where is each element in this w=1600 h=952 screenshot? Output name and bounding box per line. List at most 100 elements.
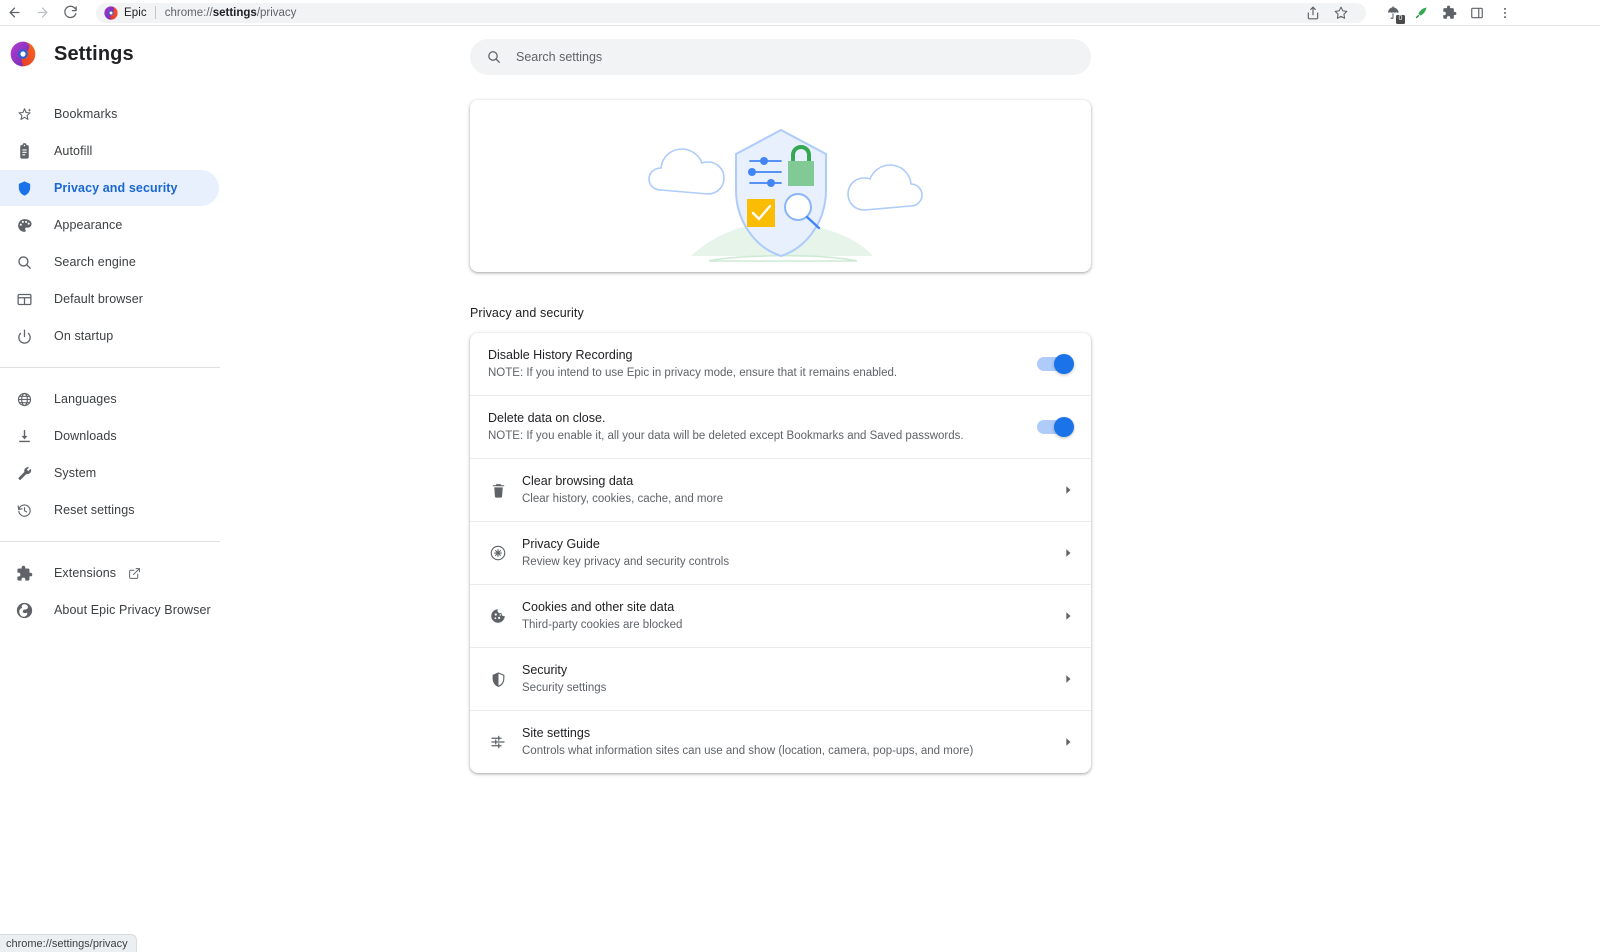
delete-data-on-close-toggle[interactable] xyxy=(1037,417,1074,437)
privacy-guide-row[interactable]: Privacy Guide Review key privacy and sec… xyxy=(470,522,1091,585)
sidebar-divider xyxy=(0,367,220,368)
omnibox-brand-label: Epic xyxy=(124,6,147,19)
row-subtitle: Security settings xyxy=(522,682,607,694)
row-title: Site settings xyxy=(522,726,591,740)
sidebar-item-default-browser[interactable]: Default browser xyxy=(0,281,219,317)
row-subtitle: Controls what information sites can use … xyxy=(522,745,974,757)
tracker-count-badge: 0 xyxy=(1396,14,1405,24)
extensions-puzzle-icon xyxy=(14,563,34,583)
site-settings-row[interactable]: Site settings Controls what information … xyxy=(470,711,1091,773)
security-row[interactable]: Security Security settings xyxy=(470,648,1091,711)
page-title: Settings xyxy=(54,42,134,65)
sidebar-item-reset-settings[interactable]: Reset settings xyxy=(0,492,219,528)
row-subtitle: NOTE: If you intend to use Epic in priva… xyxy=(488,367,898,379)
row-title: Security xyxy=(522,663,568,677)
toggle-knob xyxy=(1054,417,1074,437)
sidebar-item-extensions[interactable]: Extensions xyxy=(0,555,219,591)
wrench-icon xyxy=(14,463,34,483)
chevron-right-icon[interactable] xyxy=(1063,674,1073,684)
shield-icon xyxy=(14,178,34,198)
search-magnifier-icon xyxy=(14,252,34,272)
sidebar-item-label: Default browser xyxy=(54,292,144,306)
power-icon xyxy=(14,326,34,346)
row-title: Cookies and other site data xyxy=(522,600,675,614)
row-subtitle: Clear history, cookies, cache, and more xyxy=(522,493,724,505)
sidebar-item-about-epic-privacy-browser[interactable]: About Epic Privacy Browser xyxy=(0,592,219,628)
search-input[interactable] xyxy=(516,50,1016,64)
chevron-right-icon[interactable] xyxy=(1063,611,1073,621)
sidebar-item-label: Extensions xyxy=(54,566,117,580)
privacy-settings-card: Disable History Recording NOTE: If you i… xyxy=(470,333,1091,773)
row-subtitle: NOTE: If you enable it, all your data wi… xyxy=(488,430,964,442)
settings-content: Privacy and security Disable History Rec… xyxy=(240,75,1600,773)
palette-icon xyxy=(14,215,34,235)
row-text: Site settings Controls what information … xyxy=(522,724,1063,760)
cookie-icon xyxy=(488,606,508,626)
row-text: Clear browsing data Clear history, cooki… xyxy=(522,472,1063,508)
disable-history-recording-toggle[interactable] xyxy=(1037,354,1074,374)
history-restore-icon xyxy=(14,500,34,520)
settings-main: Privacy and security Disable History Rec… xyxy=(240,26,1600,952)
chevron-right-icon[interactable] xyxy=(1063,548,1073,558)
epic-logo-icon xyxy=(10,41,36,67)
row-text: Disable History Recording NOTE: If you i… xyxy=(488,346,1037,382)
sidebar-item-label: Languages xyxy=(54,392,117,406)
more-menu-icon[interactable] xyxy=(1492,0,1518,26)
sidebar-item-languages[interactable]: Languages xyxy=(0,381,219,417)
sidebar-divider xyxy=(0,541,220,542)
share-icon[interactable] xyxy=(1300,0,1326,26)
bookmark-star-icon[interactable] xyxy=(1328,0,1354,26)
row-subtitle: Third-party cookies are blocked xyxy=(522,619,683,631)
open-in-new-icon[interactable] xyxy=(128,567,141,580)
sidebar-item-bookmarks[interactable]: Bookmarks xyxy=(0,96,219,132)
sidebar-item-label: About Epic Privacy Browser xyxy=(54,603,211,617)
omnibox-url-text: chrome://settings/privacy xyxy=(164,6,297,19)
settings-sidebar: Settings Bookmarks Autofill Privacy and … xyxy=(0,26,240,952)
sidebar-item-label: Downloads xyxy=(54,429,117,443)
browser-window-icon xyxy=(14,289,34,309)
row-title: Clear browsing data xyxy=(522,474,634,488)
sidebar-item-label: Search engine xyxy=(54,255,136,269)
sidebar-nav-group-1: Bookmarks Autofill Privacy and security … xyxy=(0,96,240,354)
browser-toolbar: Epic chrome://settings/privacy 0 xyxy=(0,0,1600,26)
sidebar-nav-group-3: Extensions About Epic Privacy Browser xyxy=(0,555,240,628)
sidebar-item-on-startup[interactable]: On startup xyxy=(0,318,219,354)
side-panel-icon[interactable] xyxy=(1464,0,1490,26)
disable-history-recording-row[interactable]: Disable History Recording NOTE: If you i… xyxy=(470,333,1091,396)
address-bar[interactable]: Epic chrome://settings/privacy xyxy=(96,0,1366,26)
sidebar-item-search-engine[interactable]: Search engine xyxy=(0,244,219,280)
shield-icon xyxy=(488,669,508,689)
chevron-right-icon[interactable] xyxy=(1063,485,1073,495)
row-text: Privacy Guide Review key privacy and sec… xyxy=(522,535,1063,571)
row-title: Delete data on close. xyxy=(488,411,606,425)
sidebar-item-autofill[interactable]: Autofill xyxy=(0,133,219,169)
autofill-clipboard-icon xyxy=(14,141,34,161)
reload-icon[interactable] xyxy=(56,0,84,26)
delete-data-on-close-row[interactable]: Delete data on close. NOTE: If you enabl… xyxy=(470,396,1091,459)
sidebar-item-privacy-and-security[interactable]: Privacy and security xyxy=(0,170,219,206)
clear-browsing-data-row[interactable]: Clear browsing data Clear history, cooki… xyxy=(470,459,1091,522)
sidebar-item-label: Bookmarks xyxy=(54,107,118,121)
sidebar-item-label: Reset settings xyxy=(54,503,135,517)
privacy-hero-card xyxy=(470,100,1091,272)
tune-sliders-icon xyxy=(488,732,508,752)
bookmarks-star-icon xyxy=(14,104,34,124)
forward-arrow-icon[interactable] xyxy=(28,0,56,26)
back-arrow-icon[interactable] xyxy=(0,0,28,26)
sidebar-item-system[interactable]: System xyxy=(0,455,219,491)
sidebar-item-appearance[interactable]: Appearance xyxy=(0,207,219,243)
cookies-and-site-data-row[interactable]: Cookies and other site data Third-party … xyxy=(470,585,1091,648)
search-settings-box[interactable] xyxy=(470,39,1091,75)
search-settings-wrap xyxy=(240,26,1600,75)
settings-page: Settings Bookmarks Autofill Privacy and … xyxy=(0,26,1600,952)
umbrella-tracker-blocker-icon[interactable]: 0 xyxy=(1380,0,1406,26)
epic-proxy-icon[interactable] xyxy=(1408,0,1434,26)
chevron-right-icon[interactable] xyxy=(1063,737,1073,747)
extensions-puzzle-icon[interactable] xyxy=(1436,0,1462,26)
sidebar-item-label: On startup xyxy=(54,329,114,343)
row-text: Cookies and other site data Third-party … xyxy=(522,598,1063,634)
sidebar-item-downloads[interactable]: Downloads xyxy=(0,418,219,454)
trash-delete-icon xyxy=(488,480,508,500)
toggle-knob xyxy=(1054,354,1074,374)
search-icon xyxy=(486,49,502,65)
